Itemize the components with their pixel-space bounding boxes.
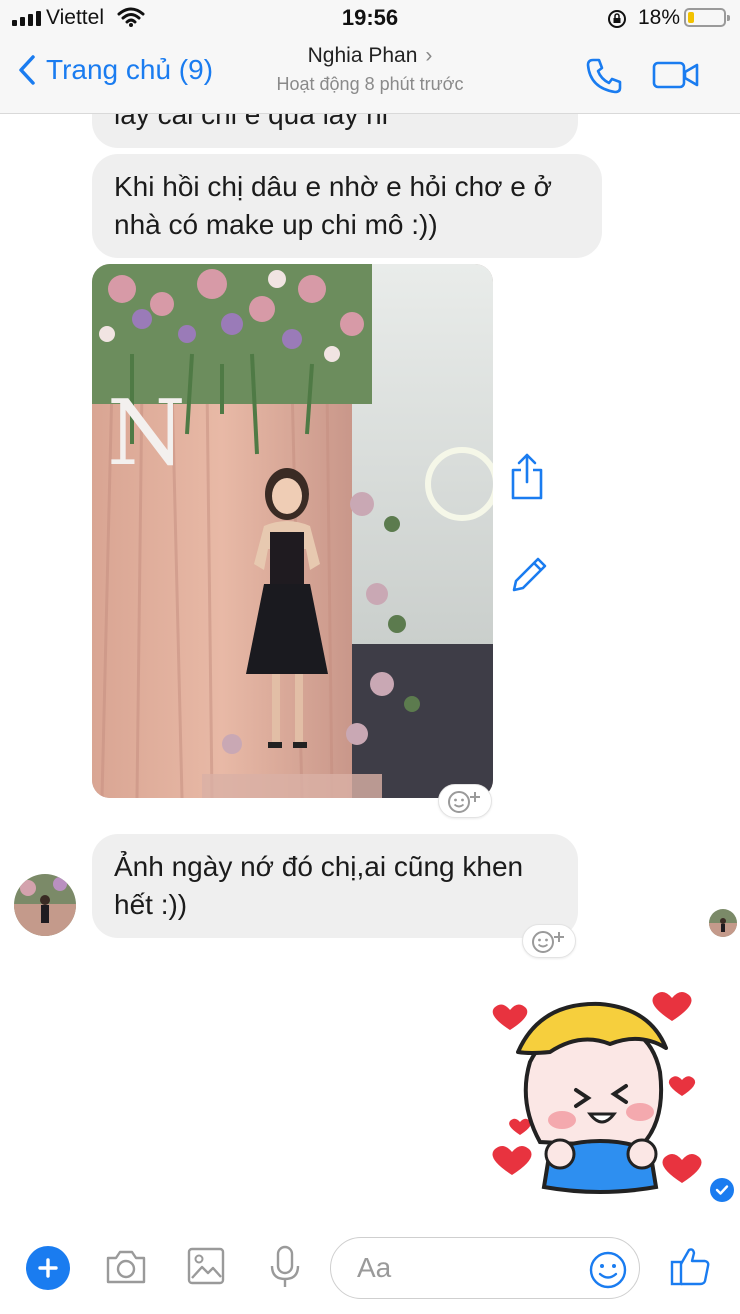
chevron-right-icon: › [425,44,433,67]
share-button[interactable] [508,452,546,507]
more-options-button[interactable] [26,1246,70,1290]
delivered-check-icon [710,1178,734,1202]
pencil-icon [512,557,547,592]
seen-indicator-avatar [709,909,737,937]
message-bubble[interactable]: Ảnh ngày nớ đó chị,ai cũng khen hết :)) [92,834,578,938]
thumbs-up-icon [670,1248,710,1286]
gallery-button[interactable] [186,1246,226,1291]
photo-attachment[interactable]: N [92,264,493,798]
emoji-icon [589,1251,627,1289]
voice-message-button[interactable] [268,1244,302,1295]
image-icon [187,1247,225,1285]
contact-avatar[interactable] [14,874,76,936]
conversation-header: Trang chủ (9) Nghia Phan › Hoạt động 8 ph… [0,36,740,114]
add-reaction-icon [448,791,480,813]
camera-icon [106,1250,146,1284]
message-composer: Aa [0,1220,740,1314]
phone-icon [586,58,622,94]
microphone-icon [270,1245,300,1287]
rotation-lock-icon [606,8,628,35]
camera-button[interactable] [104,1248,148,1291]
emoji-button[interactable] [588,1250,628,1295]
share-icon [511,453,543,500]
contact-name-button[interactable]: Nghia Phan › [0,44,740,68]
message-bubble[interactable]: lay cai chi e qua lay hi [92,114,578,148]
battery-icon [684,8,730,27]
voice-call-button[interactable] [584,56,624,101]
add-reaction-button[interactable] [438,784,492,818]
contact-status: Hoạt động 8 phút trước [276,74,464,94]
message-input-placeholder: Aa [357,1252,392,1283]
like-button[interactable] [668,1244,712,1293]
plus-icon [38,1258,58,1278]
edit-photo-button[interactable] [508,554,550,601]
video-call-button[interactable] [652,60,700,95]
video-camera-icon [652,61,699,89]
message-list[interactable]: lay cai chi e qua lay hi Khi hồi chị dâu… [0,114,740,1220]
battery-percent: 18% [638,6,681,29]
message-text: Ảnh ngày nớ đó chị,ai cũng khen hết :)) [114,851,524,920]
status-time: 19:56 [341,5,399,30]
message-text: lay cai chi e qua lay hi [114,114,388,130]
message-bubble[interactable]: Khi hồi chị dâu e nhờ e hỏi chơ e ở nhà … [92,154,602,258]
message-text: Khi hồi chị dâu e nhờ e hỏi chơ e ở nhà … [114,171,553,240]
add-reaction-icon [532,931,564,953]
svg-text:N: N [107,381,186,486]
status-bar: Viettel 19:56 18% [0,0,740,36]
add-reaction-button[interactable] [522,924,576,958]
contact-name: Nghia Phan [307,44,418,67]
sticker-message[interactable] [490,982,706,1202]
